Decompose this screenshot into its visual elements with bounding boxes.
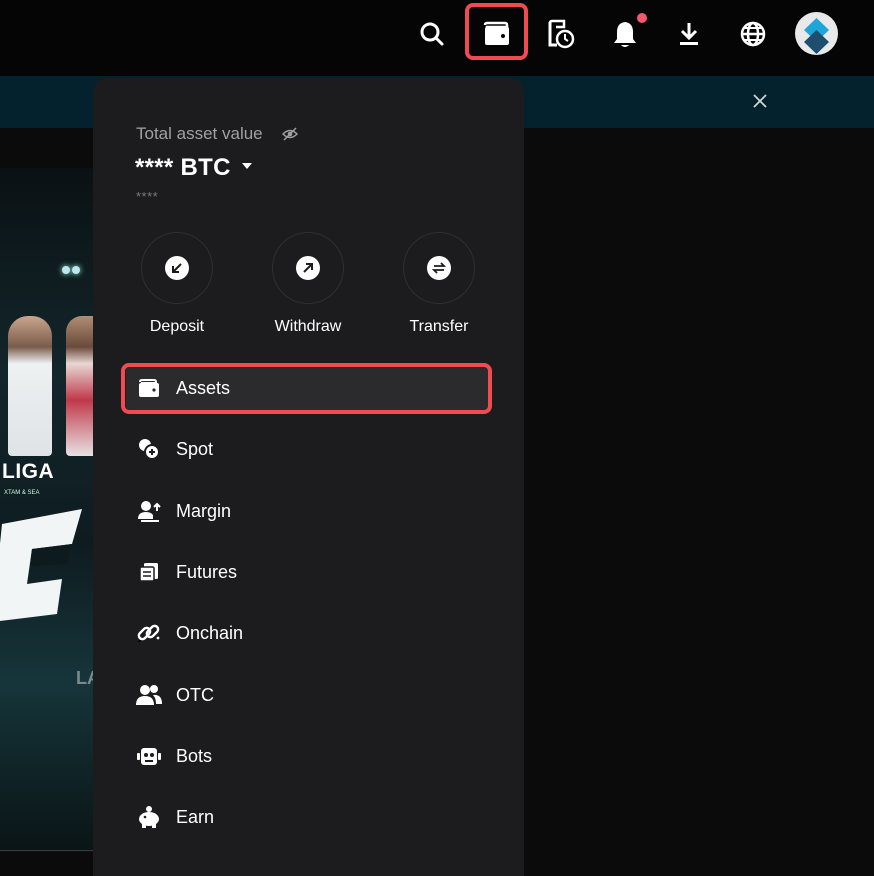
eye-off-icon[interactable]	[282, 126, 298, 142]
chevron-down-icon[interactable]	[242, 163, 252, 169]
menu-label-futures: Futures	[176, 561, 238, 582]
deposit-label: Deposit	[149, 318, 205, 335]
menu-item-spot[interactable]: Spot	[126, 425, 490, 473]
menu-label-bots: Bots	[176, 745, 213, 766]
avatar[interactable]	[795, 12, 838, 55]
withdraw-label: Withdraw	[274, 318, 342, 335]
menu-item-futures[interactable]: Futures	[126, 548, 490, 596]
menu-item-earn[interactable]: Earn	[126, 793, 490, 841]
top-navigation-bar	[0, 0, 874, 76]
robot-icon	[136, 743, 162, 769]
total-asset-value-label: Total asset value	[136, 124, 263, 143]
menu-item-bots[interactable]: Bots	[126, 732, 490, 780]
promo-liga-text: LIGA	[2, 460, 55, 483]
player-figure	[66, 316, 94, 456]
menu-item-margin[interactable]: Margin	[126, 487, 490, 535]
transfer-arrows-icon	[427, 256, 451, 280]
stadium-light	[72, 266, 80, 274]
menu-label-spot: Spot	[176, 438, 214, 459]
menu-label-otc: OTC	[176, 684, 214, 705]
withdraw-button[interactable]: Withdraw	[258, 232, 358, 336]
sub-balance-value: ****	[136, 189, 159, 204]
menu-item-onchain[interactable]: Onchain	[126, 609, 490, 657]
margin-icon	[136, 498, 162, 524]
globe-icon[interactable]	[733, 14, 773, 54]
close-icon[interactable]	[749, 90, 771, 112]
people-icon	[136, 682, 162, 708]
transfer-button[interactable]: Transfer	[389, 232, 489, 336]
notification-dot	[637, 13, 647, 23]
balance-value: **** BTC	[135, 154, 231, 181]
coins-icon	[136, 436, 162, 462]
deposit-circle[interactable]	[141, 232, 213, 304]
promo-sub-text: XTAM & SEA	[4, 490, 40, 496]
assets-dropdown-panel: Total asset value **** BTC **** Deposit …	[93, 78, 524, 876]
futures-icon	[136, 559, 162, 585]
chain-link-icon	[136, 620, 162, 646]
piggy-bank-icon	[136, 804, 162, 830]
withdraw-arrow-icon	[296, 256, 320, 280]
promo-la-text: LA	[76, 668, 94, 688]
divider	[0, 850, 94, 851]
stadium-light	[62, 266, 70, 274]
player-figure	[8, 316, 52, 456]
promo-image[interactable]: LIGA XTAM & SEA LA	[0, 168, 94, 852]
search-icon[interactable]	[412, 14, 452, 54]
download-icon[interactable]	[669, 14, 709, 54]
assets-item-highlight	[121, 363, 492, 414]
withdraw-circle[interactable]	[272, 232, 344, 304]
menu-label-margin: Margin	[176, 500, 232, 521]
transfer-label: Transfer	[409, 318, 469, 335]
menu-item-otc[interactable]: OTC	[126, 671, 490, 719]
menu-label-onchain: Onchain	[176, 622, 244, 643]
order-history-icon[interactable]	[541, 14, 581, 54]
deposit-button[interactable]: Deposit	[127, 232, 227, 336]
wallet-icon[interactable]	[477, 14, 517, 54]
transfer-circle[interactable]	[403, 232, 475, 304]
promo-logo-graphic	[0, 509, 82, 622]
menu-label-earn: Earn	[176, 806, 215, 827]
deposit-arrow-icon	[165, 256, 189, 280]
